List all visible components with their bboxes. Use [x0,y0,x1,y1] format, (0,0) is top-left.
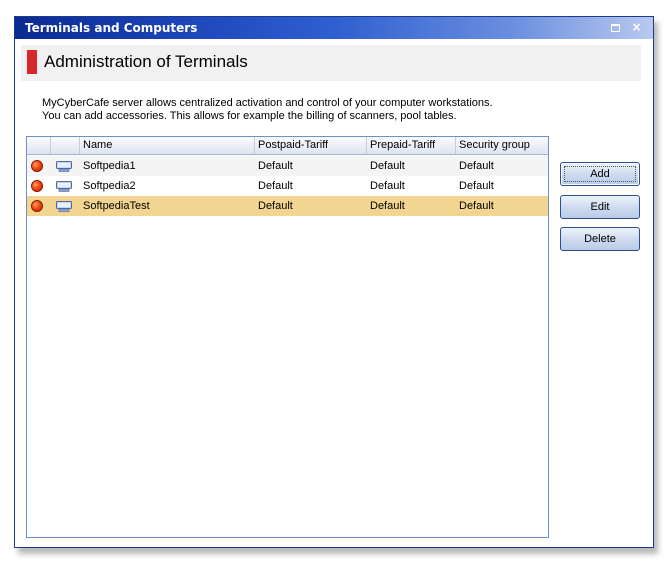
computer-icon [56,181,72,192]
cell-name: Softpedia2 [83,180,136,192]
grid-header: Name Postpaid-Tariff Prepaid-Tariff Secu… [27,137,548,155]
computer-icon [56,161,72,172]
cell-security: Default [459,200,494,212]
cell-prepaid: Default [370,200,405,212]
status-red-icon [31,200,43,212]
description-line-1: MyCyberCafe server allows centralized ac… [42,97,493,109]
column-header-security[interactable]: Security group [456,137,548,154]
restore-icon[interactable] [609,21,622,34]
status-red-icon [31,160,43,172]
title-bar[interactable]: Terminals and Computers × [15,17,653,39]
cell-name: Softpedia1 [83,160,136,172]
delete-button[interactable]: Delete [560,227,640,251]
table-row-selected[interactable]: SoftpediaTest Default Default Default [27,196,548,216]
cell-prepaid: Default [370,160,405,172]
computer-icon [56,201,72,212]
column-header-prepaid[interactable]: Prepaid-Tariff [367,137,456,154]
cell-name: SoftpediaTest [83,200,150,212]
page-title: Administration of Terminals [44,52,248,71]
add-button[interactable]: Add [560,162,640,186]
table-row[interactable]: Softpedia1 Default Default Default [27,156,548,176]
terminals-grid[interactable]: Name Postpaid-Tariff Prepaid-Tariff Secu… [26,136,549,538]
cell-postpaid: Default [258,160,293,172]
cell-security: Default [459,180,494,192]
window-title: Terminals and Computers [25,21,198,35]
terminals-window: Terminals and Computers × Administration… [14,16,654,548]
cell-postpaid: Default [258,200,293,212]
cell-prepaid: Default [370,180,405,192]
column-header-status[interactable] [27,137,51,154]
column-header-type[interactable] [51,137,80,154]
status-red-icon [31,180,43,192]
header-panel: Administration of Terminals [21,45,641,81]
cell-postpaid: Default [258,180,293,192]
table-row[interactable]: Softpedia2 Default Default Default [27,176,548,196]
column-header-name[interactable]: Name [80,137,255,154]
close-icon[interactable]: × [630,21,643,34]
cell-security: Default [459,160,494,172]
description: MyCyberCafe server allows centralized ac… [42,97,582,123]
edit-button[interactable]: Edit [560,195,640,219]
column-header-postpaid[interactable]: Postpaid-Tariff [255,137,367,154]
description-line-2: You can add accessories. This allows for… [42,110,457,122]
header-accent-bar [27,50,37,74]
